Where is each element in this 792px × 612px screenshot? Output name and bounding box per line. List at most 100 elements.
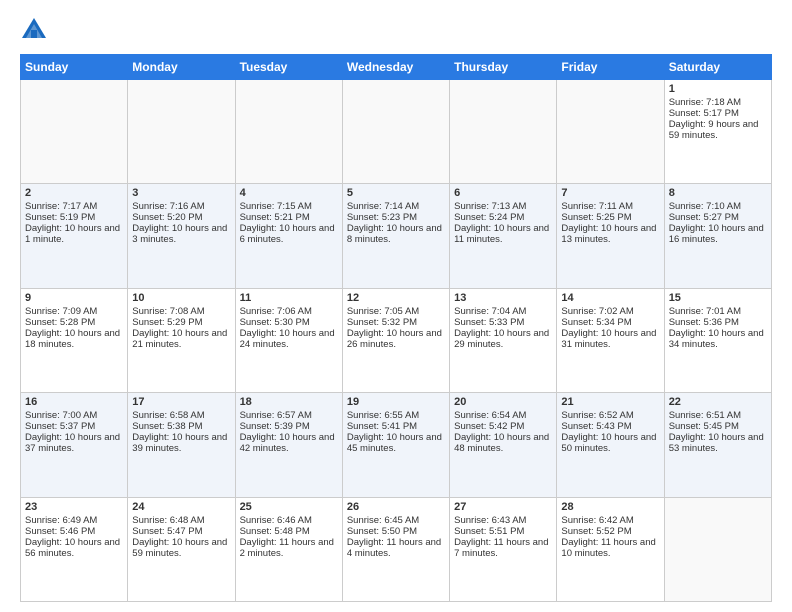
cal-cell xyxy=(235,80,342,184)
cal-cell: 21Sunrise: 6:52 AMSunset: 5:43 PMDayligh… xyxy=(557,393,664,497)
day-number: 11 xyxy=(240,292,338,304)
day-info: Sunset: 5:33 PM xyxy=(454,317,552,328)
cal-cell: 7Sunrise: 7:11 AMSunset: 5:25 PMDaylight… xyxy=(557,184,664,288)
day-info: Daylight: 10 hours and 39 minutes. xyxy=(132,432,230,454)
day-info: Sunrise: 7:00 AM xyxy=(25,410,123,421)
day-info: Daylight: 10 hours and 11 minutes. xyxy=(454,223,552,245)
day-info: Daylight: 10 hours and 21 minutes. xyxy=(132,328,230,350)
day-info: Sunrise: 6:52 AM xyxy=(561,410,659,421)
cal-cell: 11Sunrise: 7:06 AMSunset: 5:30 PMDayligh… xyxy=(235,288,342,392)
cal-cell: 15Sunrise: 7:01 AMSunset: 5:36 PMDayligh… xyxy=(664,288,771,392)
day-info: Sunset: 5:32 PM xyxy=(347,317,445,328)
day-info: Sunset: 5:20 PM xyxy=(132,212,230,223)
day-info: Daylight: 9 hours and 59 minutes. xyxy=(669,119,767,141)
day-info: Sunrise: 7:04 AM xyxy=(454,306,552,317)
cal-cell: 4Sunrise: 7:15 AMSunset: 5:21 PMDaylight… xyxy=(235,184,342,288)
day-info: Sunset: 5:45 PM xyxy=(669,421,767,432)
day-info: Sunset: 5:46 PM xyxy=(25,526,123,537)
day-info: Daylight: 11 hours and 4 minutes. xyxy=(347,537,445,559)
cal-cell: 13Sunrise: 7:04 AMSunset: 5:33 PMDayligh… xyxy=(450,288,557,392)
day-info: Daylight: 10 hours and 48 minutes. xyxy=(454,432,552,454)
day-info: Daylight: 10 hours and 6 minutes. xyxy=(240,223,338,245)
day-info: Daylight: 10 hours and 13 minutes. xyxy=(561,223,659,245)
day-number: 3 xyxy=(132,187,230,199)
day-info: Daylight: 10 hours and 1 minute. xyxy=(25,223,123,245)
col-header-wednesday: Wednesday xyxy=(342,55,449,80)
day-info: Sunrise: 6:49 AM xyxy=(25,515,123,526)
day-info: Sunrise: 7:13 AM xyxy=(454,201,552,212)
day-info: Daylight: 11 hours and 2 minutes. xyxy=(240,537,338,559)
day-info: Daylight: 10 hours and 3 minutes. xyxy=(132,223,230,245)
cal-cell: 18Sunrise: 6:57 AMSunset: 5:39 PMDayligh… xyxy=(235,393,342,497)
day-info: Sunset: 5:48 PM xyxy=(240,526,338,537)
cal-cell xyxy=(557,80,664,184)
cal-cell: 9Sunrise: 7:09 AMSunset: 5:28 PMDaylight… xyxy=(21,288,128,392)
day-number: 21 xyxy=(561,396,659,408)
day-number: 20 xyxy=(454,396,552,408)
day-number: 16 xyxy=(25,396,123,408)
day-number: 1 xyxy=(669,83,767,95)
cal-cell: 28Sunrise: 6:42 AMSunset: 5:52 PMDayligh… xyxy=(557,497,664,601)
cal-cell xyxy=(128,80,235,184)
day-info: Sunset: 5:47 PM xyxy=(132,526,230,537)
day-number: 9 xyxy=(25,292,123,304)
day-info: Sunset: 5:23 PM xyxy=(347,212,445,223)
cal-cell: 2Sunrise: 7:17 AMSunset: 5:19 PMDaylight… xyxy=(21,184,128,288)
day-info: Daylight: 10 hours and 34 minutes. xyxy=(669,328,767,350)
day-number: 19 xyxy=(347,396,445,408)
day-info: Sunrise: 7:05 AM xyxy=(347,306,445,317)
cal-cell: 19Sunrise: 6:55 AMSunset: 5:41 PMDayligh… xyxy=(342,393,449,497)
day-info: Daylight: 11 hours and 7 minutes. xyxy=(454,537,552,559)
day-info: Daylight: 10 hours and 56 minutes. xyxy=(25,537,123,559)
day-info: Sunset: 5:17 PM xyxy=(669,108,767,119)
cal-cell: 23Sunrise: 6:49 AMSunset: 5:46 PMDayligh… xyxy=(21,497,128,601)
cal-cell xyxy=(664,497,771,601)
day-info: Daylight: 10 hours and 18 minutes. xyxy=(25,328,123,350)
day-info: Daylight: 10 hours and 8 minutes. xyxy=(347,223,445,245)
day-number: 26 xyxy=(347,501,445,513)
day-info: Sunrise: 6:45 AM xyxy=(347,515,445,526)
day-number: 7 xyxy=(561,187,659,199)
day-number: 6 xyxy=(454,187,552,199)
col-header-thursday: Thursday xyxy=(450,55,557,80)
day-info: Sunrise: 6:54 AM xyxy=(454,410,552,421)
day-info: Daylight: 10 hours and 37 minutes. xyxy=(25,432,123,454)
cal-cell: 20Sunrise: 6:54 AMSunset: 5:42 PMDayligh… xyxy=(450,393,557,497)
day-info: Sunrise: 7:08 AM xyxy=(132,306,230,317)
day-info: Daylight: 10 hours and 29 minutes. xyxy=(454,328,552,350)
day-info: Sunset: 5:51 PM xyxy=(454,526,552,537)
day-info: Sunset: 5:21 PM xyxy=(240,212,338,223)
day-info: Sunset: 5:34 PM xyxy=(561,317,659,328)
day-info: Sunset: 5:24 PM xyxy=(454,212,552,223)
day-number: 4 xyxy=(240,187,338,199)
day-info: Sunset: 5:37 PM xyxy=(25,421,123,432)
day-info: Sunrise: 7:01 AM xyxy=(669,306,767,317)
day-info: Sunset: 5:25 PM xyxy=(561,212,659,223)
cal-cell: 8Sunrise: 7:10 AMSunset: 5:27 PMDaylight… xyxy=(664,184,771,288)
day-info: Sunrise: 6:57 AM xyxy=(240,410,338,421)
day-number: 24 xyxy=(132,501,230,513)
day-number: 25 xyxy=(240,501,338,513)
day-info: Daylight: 10 hours and 42 minutes. xyxy=(240,432,338,454)
day-info: Sunset: 5:36 PM xyxy=(669,317,767,328)
day-info: Daylight: 10 hours and 31 minutes. xyxy=(561,328,659,350)
page: SundayMondayTuesdayWednesdayThursdayFrid… xyxy=(0,0,792,612)
day-info: Daylight: 10 hours and 26 minutes. xyxy=(347,328,445,350)
cal-cell: 3Sunrise: 7:16 AMSunset: 5:20 PMDaylight… xyxy=(128,184,235,288)
day-info: Sunrise: 7:09 AM xyxy=(25,306,123,317)
col-header-monday: Monday xyxy=(128,55,235,80)
cal-cell: 24Sunrise: 6:48 AMSunset: 5:47 PMDayligh… xyxy=(128,497,235,601)
day-info: Sunrise: 6:48 AM xyxy=(132,515,230,526)
cal-cell: 16 Sunrise: 7:00 AMSunset: 5:37 PMDayligh… xyxy=(21,393,128,497)
day-info: Daylight: 10 hours and 24 minutes. xyxy=(240,328,338,350)
day-info: Daylight: 11 hours and 10 minutes. xyxy=(561,537,659,559)
day-info: Sunset: 5:43 PM xyxy=(561,421,659,432)
day-info: Sunset: 5:29 PM xyxy=(132,317,230,328)
day-info: Sunrise: 6:58 AM xyxy=(132,410,230,421)
logo-icon xyxy=(20,16,48,44)
day-number: 14 xyxy=(561,292,659,304)
day-info: Sunrise: 7:17 AM xyxy=(25,201,123,212)
col-header-tuesday: Tuesday xyxy=(235,55,342,80)
day-info: Sunrise: 6:46 AM xyxy=(240,515,338,526)
cal-cell xyxy=(450,80,557,184)
